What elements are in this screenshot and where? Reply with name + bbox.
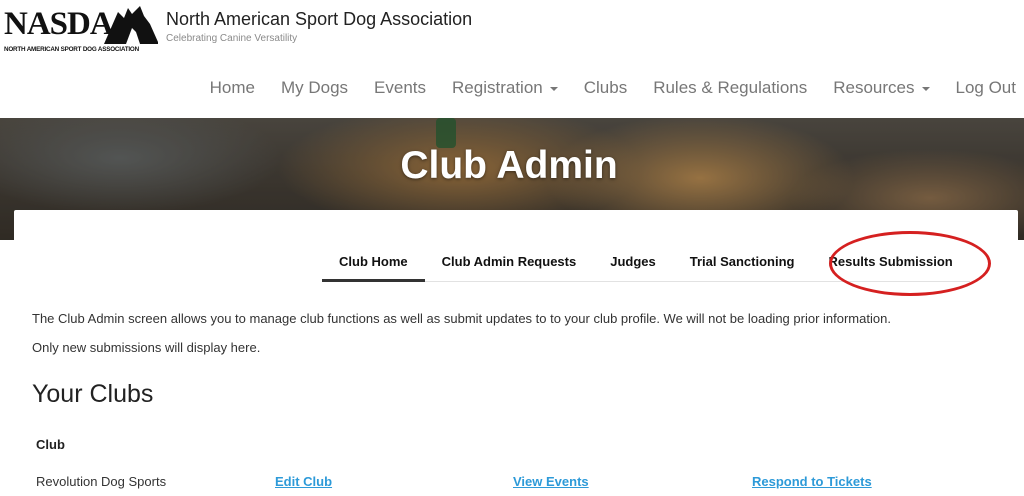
site-header: NASDA NORTH AMERICAN SPORT DOG ASSOCIATI… (0, 0, 1024, 118)
logo-subtext: NORTH AMERICAN SPORT DOG ASSOCIATION (4, 46, 139, 53)
nav-resources-label: Resources (833, 78, 915, 97)
intro-line-1: The Club Admin screen allows you to mana… (32, 311, 891, 326)
nav-events[interactable]: Events (374, 78, 426, 98)
content-card: Club Home Club Admin Requests Judges Tri… (14, 210, 1018, 496)
tab-judges[interactable]: Judges (593, 248, 673, 282)
respond-to-tickets-link[interactable]: Respond to Tickets (752, 474, 872, 489)
intro-line-2: Only new submissions will display here. (32, 340, 261, 355)
nav-resources[interactable]: Resources (833, 78, 930, 98)
view-events-link[interactable]: View Events (513, 474, 589, 489)
page-title: Club Admin (400, 144, 618, 187)
intro-text: The Club Admin screen allows you to mana… (32, 304, 992, 362)
nav-my-dogs-label: My Dogs (280, 78, 349, 97)
nasda-logo[interactable]: NASDA NORTH AMERICAN SPORT DOG ASSOCIATI… (4, 4, 158, 56)
nav-home-label: Home (209, 78, 255, 97)
tab-club-admin-requests[interactable]: Club Admin Requests (424, 248, 594, 282)
caret-down-icon (921, 87, 930, 91)
edit-club-link[interactable]: Edit Club (275, 474, 332, 489)
logo-text: NASDA (4, 6, 114, 42)
nav-log-out-label: Log Out (955, 78, 1017, 97)
nav-registration-label: Registration (452, 78, 543, 97)
main-nav: Home My Dogs Events Registration Clubs R… (184, 78, 1016, 98)
nav-clubs-label: Clubs (583, 78, 628, 97)
caret-down-icon (549, 87, 558, 91)
nav-clubs[interactable]: Clubs (584, 78, 627, 98)
nav-my-dogs[interactable]: My Dogs (281, 78, 348, 98)
mountain-dog-silhouette-icon (104, 6, 158, 44)
club-name: Revolution Dog Sports (36, 474, 167, 489)
nav-rules-regulations[interactable]: Rules & Regulations (653, 78, 807, 98)
tab-results-submission[interactable]: Results Submission (811, 248, 970, 282)
nav-events-label: Events (374, 78, 427, 97)
nav-home[interactable]: Home (210, 78, 255, 98)
club-admin-tabs: Club Home Club Admin Requests Judges Tri… (322, 248, 970, 282)
your-clubs-heading: Your Clubs (32, 380, 154, 408)
site-tagline: Celebrating Canine Versatility (166, 33, 298, 44)
club-column-header: Club (36, 437, 65, 452)
nav-registration[interactable]: Registration (452, 78, 558, 98)
tab-trial-sanctioning[interactable]: Trial Sanctioning (672, 248, 812, 282)
site-title[interactable]: North American Sport Dog Association (166, 9, 472, 30)
nav-rules-label: Rules & Regulations (653, 78, 808, 97)
tab-club-home[interactable]: Club Home (322, 248, 425, 282)
table-row: Revolution Dog Sports Edit Club View Eve… (14, 474, 1018, 494)
nav-log-out[interactable]: Log Out (956, 78, 1017, 98)
